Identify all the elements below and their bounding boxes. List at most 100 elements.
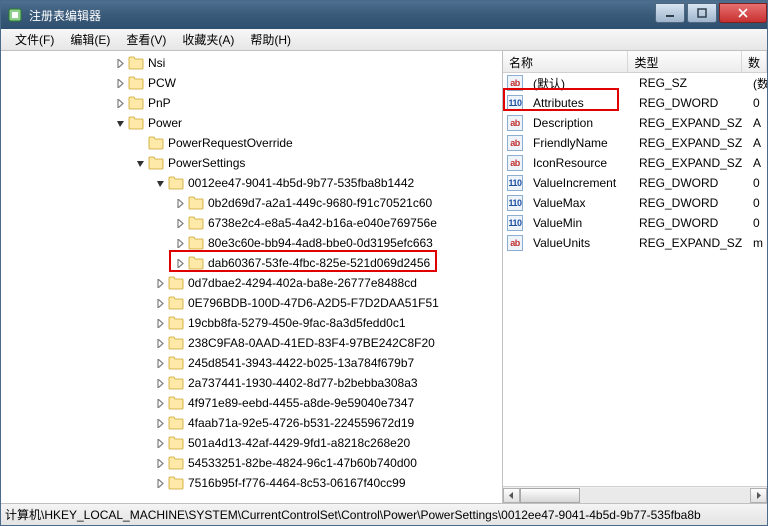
tree-item[interactable]: dab60367-53fe-4fbc-825e-521d069d2456 bbox=[1, 253, 502, 273]
scroll-left-button[interactable] bbox=[503, 488, 520, 503]
value-data: 0 bbox=[747, 196, 767, 210]
folder-icon bbox=[168, 276, 184, 290]
value-data: A bbox=[747, 136, 767, 150]
chevron-right-icon[interactable] bbox=[175, 218, 186, 229]
tree-item[interactable]: 7516b95f-f776-4464-8c53-06167f40cc99 bbox=[1, 473, 502, 493]
value-row[interactable]: abFriendlyNameREG_EXPAND_SZA bbox=[503, 133, 767, 153]
menu-help[interactable]: 帮助(H) bbox=[242, 29, 299, 50]
chevron-right-icon[interactable] bbox=[155, 318, 166, 329]
folder-icon bbox=[168, 476, 184, 490]
tree-item-label: 0d7dbae2-4294-402a-ba8e-26777e8488cd bbox=[188, 276, 417, 290]
tree-panel[interactable]: Nsi PCW PnPPowerPowerRequestOverridePowerS… bbox=[1, 51, 503, 503]
tree-item[interactable]: PowerRequestOverride bbox=[1, 133, 502, 153]
chevron-right-icon[interactable] bbox=[115, 78, 126, 89]
tree-item[interactable]: 245d8541-3943-4422-b025-13a784f679b7 bbox=[1, 353, 502, 373]
tree-item[interactable]: 4faab71a-92e5-4726-b531-224559672d19 bbox=[1, 413, 502, 433]
tree-item[interactable]: 0E796BDB-100D-47D6-A2D5-F7D2DAA51F51 bbox=[1, 293, 502, 313]
registry-tree: Nsi PCW PnPPowerPowerRequestOverridePowerS… bbox=[1, 51, 502, 493]
tree-item[interactable]: 0b2d69d7-a2a1-449c-9680-f91c70521c60 bbox=[1, 193, 502, 213]
menu-file[interactable]: 文件(F) bbox=[7, 29, 62, 50]
tree-item[interactable]: 238C9FA8-0AAD-41ED-83F4-97BE242C8F20 bbox=[1, 333, 502, 353]
titlebar[interactable]: 注册表编辑器 bbox=[1, 1, 767, 29]
tree-toggle-none bbox=[135, 138, 146, 149]
tree-item[interactable]: 501a4d13-42af-4429-9fd1-a8218c268e20 bbox=[1, 433, 502, 453]
chevron-right-icon[interactable] bbox=[115, 58, 126, 69]
value-name: Attributes bbox=[527, 96, 633, 110]
tree-item-label: dab60367-53fe-4fbc-825e-521d069d2456 bbox=[208, 256, 430, 270]
col-header-name[interactable]: 名称 bbox=[503, 51, 628, 72]
chevron-right-icon[interactable] bbox=[155, 478, 166, 489]
chevron-right-icon[interactable] bbox=[175, 198, 186, 209]
tree-item-label: 0b2d69d7-a2a1-449c-9680-f91c70521c60 bbox=[208, 196, 432, 210]
string-value-icon: ab bbox=[507, 155, 523, 171]
tree-item[interactable]: 0d7dbae2-4294-402a-ba8e-26777e8488cd bbox=[1, 273, 502, 293]
value-row[interactable]: abValueUnitsREG_EXPAND_SZm bbox=[503, 233, 767, 253]
tree-item[interactable]: 54533251-82be-4824-96c1-47b60b740d00 bbox=[1, 453, 502, 473]
chevron-right-icon[interactable] bbox=[155, 398, 166, 409]
scroll-track[interactable] bbox=[520, 488, 750, 503]
value-row[interactable]: abIconResourceREG_EXPAND_SZA bbox=[503, 153, 767, 173]
folder-icon bbox=[168, 376, 184, 390]
tree-item[interactable]: 80e3c60e-bb94-4ad8-bbe0-0d3195efc663 bbox=[1, 233, 502, 253]
minimize-button[interactable] bbox=[655, 3, 685, 23]
value-data: A bbox=[747, 156, 767, 170]
maximize-button[interactable] bbox=[687, 3, 717, 23]
menu-edit[interactable]: 编辑(E) bbox=[62, 29, 118, 50]
dword-value-icon: 110 bbox=[507, 195, 523, 211]
chevron-right-icon[interactable] bbox=[115, 98, 126, 109]
chevron-right-icon[interactable] bbox=[155, 358, 166, 369]
chevron-right-icon[interactable] bbox=[175, 258, 186, 269]
horizontal-scrollbar[interactable] bbox=[503, 486, 767, 503]
chevron-right-icon[interactable] bbox=[175, 238, 186, 249]
tree-item[interactable]: PCW bbox=[1, 73, 502, 93]
folder-icon bbox=[128, 56, 144, 70]
folder-icon bbox=[168, 336, 184, 350]
chevron-right-icon[interactable] bbox=[155, 378, 166, 389]
value-data: 0 bbox=[747, 216, 767, 230]
chevron-down-icon[interactable] bbox=[155, 178, 166, 189]
value-row[interactable]: ab(默认)REG_SZ(数 bbox=[503, 73, 767, 93]
value-type: REG_EXPAND_SZ bbox=[633, 136, 747, 150]
chevron-right-icon[interactable] bbox=[155, 458, 166, 469]
tree-item-label: 4f971e89-eebd-4455-a8de-9e59040e7347 bbox=[188, 396, 414, 410]
string-value-icon: ab bbox=[507, 115, 523, 131]
value-row[interactable]: 110ValueMaxREG_DWORD0 bbox=[503, 193, 767, 213]
string-value-icon: ab bbox=[507, 75, 523, 91]
menubar: 文件(F) 编辑(E) 查看(V) 收藏夹(A) 帮助(H) bbox=[1, 29, 767, 51]
tree-item[interactable]: 0012ee47-9041-4b5d-9b77-535fba8b1442 bbox=[1, 173, 502, 193]
tree-item[interactable]: PowerSettings bbox=[1, 153, 502, 173]
value-row[interactable]: 110ValueIncrementREG_DWORD0 bbox=[503, 173, 767, 193]
menu-view[interactable]: 查看(V) bbox=[118, 29, 174, 50]
value-data: (数 bbox=[747, 75, 767, 92]
scroll-thumb[interactable] bbox=[520, 488, 580, 503]
tree-item-label: PCW bbox=[148, 76, 176, 90]
chevron-right-icon[interactable] bbox=[155, 438, 166, 449]
chevron-down-icon[interactable] bbox=[115, 118, 126, 129]
value-type: REG_EXPAND_SZ bbox=[633, 156, 747, 170]
tree-item-label: 2a737441-1930-4402-8d77-b2bebba308a3 bbox=[188, 376, 418, 390]
chevron-right-icon[interactable] bbox=[155, 298, 166, 309]
tree-item[interactable]: Power bbox=[1, 113, 502, 133]
chevron-right-icon[interactable] bbox=[155, 278, 166, 289]
tree-item[interactable]: 6738e2c4-e8a5-4a42-b16a-e040e769756e bbox=[1, 213, 502, 233]
value-row[interactable]: abDescriptionREG_EXPAND_SZA bbox=[503, 113, 767, 133]
scroll-right-button[interactable] bbox=[750, 488, 767, 503]
col-header-data[interactable]: 数 bbox=[742, 51, 767, 72]
tree-item[interactable]: 2a737441-1930-4402-8d77-b2bebba308a3 bbox=[1, 373, 502, 393]
chevron-right-icon[interactable] bbox=[155, 338, 166, 349]
value-row[interactable]: 110AttributesREG_DWORD0 bbox=[503, 93, 767, 113]
folder-icon bbox=[168, 416, 184, 430]
registry-editor-window: 注册表编辑器 文件(F) 编辑(E) 查看(V) 收藏夹(A) 帮助(H) Ns… bbox=[0, 0, 768, 526]
chevron-down-icon[interactable] bbox=[135, 158, 146, 169]
value-row[interactable]: 110ValueMinREG_DWORD0 bbox=[503, 213, 767, 233]
tree-item[interactable]: 4f971e89-eebd-4455-a8de-9e59040e7347 bbox=[1, 393, 502, 413]
value-data: 0 bbox=[747, 176, 767, 190]
chevron-right-icon[interactable] bbox=[155, 418, 166, 429]
tree-item[interactable]: Nsi bbox=[1, 53, 502, 73]
col-header-type[interactable]: 类型 bbox=[628, 51, 742, 72]
menu-favorites[interactable]: 收藏夹(A) bbox=[174, 29, 242, 50]
close-button[interactable] bbox=[719, 3, 767, 23]
tree-item[interactable]: 19cbb8fa-5279-450e-9fac-8a3d5fedd0c1 bbox=[1, 313, 502, 333]
tree-item[interactable]: PnP bbox=[1, 93, 502, 113]
value-type: REG_DWORD bbox=[633, 216, 747, 230]
